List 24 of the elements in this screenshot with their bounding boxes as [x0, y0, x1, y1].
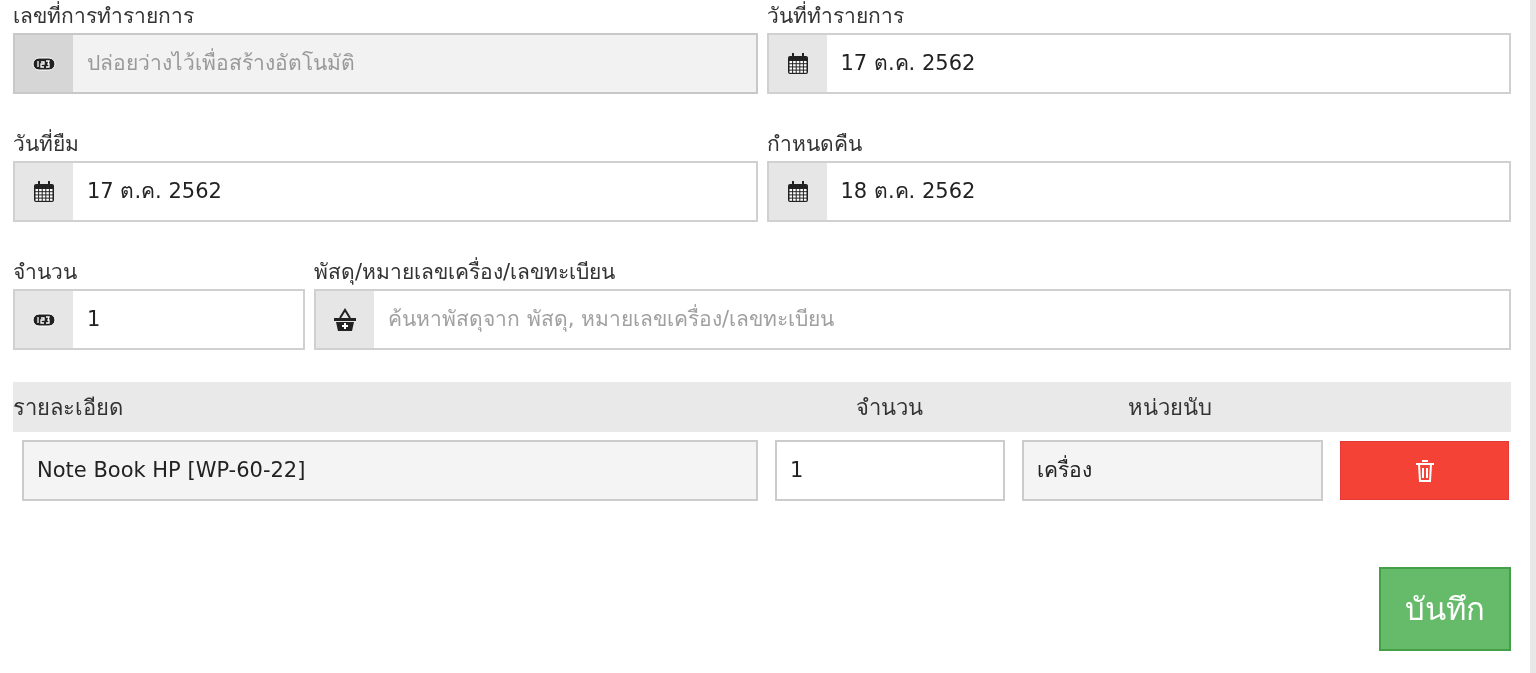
input-field[interactable]: 17 ต.ค. 2562 [13, 161, 758, 222]
input-field[interactable]: 1 [13, 289, 305, 350]
field-label: วันที่ทำรายการ [766, 2, 1511, 30]
column-header: หน่วยนับ [1128, 393, 1212, 422]
unit-field[interactable]: เครื่อง [1022, 440, 1323, 501]
detail-field[interactable]: Note Book HP [WP-60-22] [22, 440, 758, 501]
calendar-icon [785, 51, 810, 76]
field-label: วันที่ยืม [13, 130, 758, 158]
calendar-icon [785, 179, 810, 204]
column-header: รายละเอียด [13, 393, 124, 422]
delete-button[interactable] [1340, 441, 1509, 500]
number-icon [32, 56, 56, 71]
number-icon [32, 312, 56, 327]
column-header: จำนวน [855, 393, 924, 422]
basket-icon [332, 306, 358, 333]
field-label: พัสดุ/หมายเลขเครื่อง/เลขทะเบียน [314, 258, 1511, 286]
field-label: เลขที่การทำรายการ [13, 2, 758, 30]
field-label: กำหนดคืน [766, 131, 863, 158]
quantity-field[interactable]: 1 [775, 440, 1005, 501]
trash-icon [1414, 458, 1435, 483]
input-field[interactable]: 17 ต.ค. 2562 [766, 33, 1511, 94]
input-field[interactable]: 18 ต.ค. 2562 [766, 161, 1511, 222]
calendar-icon [32, 179, 56, 204]
field-label: จำนวน [13, 259, 78, 286]
